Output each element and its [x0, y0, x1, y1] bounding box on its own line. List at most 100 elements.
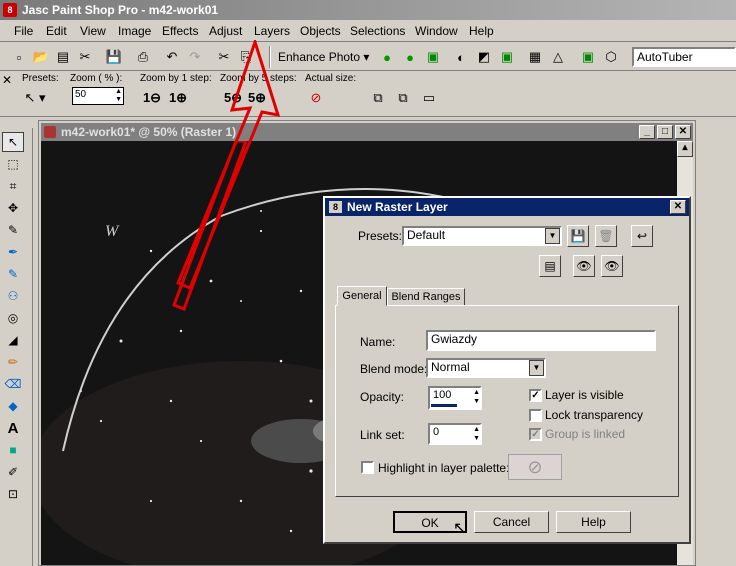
enhance-photo-button[interactable]: Enhance Photo ▾ [278, 50, 369, 64]
fit-window-icon[interactable]: ⧉ [367, 87, 389, 109]
highlight-checkbox[interactable] [361, 461, 374, 474]
triangle-icon[interactable]: △ [547, 46, 569, 68]
preview-icon[interactable]: 👁 [601, 255, 623, 277]
name-field[interactable]: Gwiazdy [426, 330, 656, 351]
scratch-remover-icon[interactable]: ◎ [2, 308, 24, 328]
eraser-icon[interactable]: ⌫ [2, 374, 24, 394]
blend-mode-label: Blend mode: [360, 362, 428, 376]
app-icon: 8 [3, 3, 17, 17]
histogram-icon[interactable]: ▦ [524, 46, 546, 68]
pen-tool-icon[interactable]: ✐ [2, 462, 24, 482]
close-palette-icon[interactable]: ✕ [2, 73, 12, 87]
cube-icon[interactable]: ⬡ [600, 46, 622, 68]
fill-icon[interactable]: ◆ [2, 396, 24, 416]
print-icon[interactable]: ⎙ [132, 46, 154, 68]
dodge-icon[interactable]: ◢ [2, 330, 24, 350]
menu-window[interactable]: Window [413, 23, 460, 39]
paint-brush-icon[interactable]: ✎ [2, 264, 24, 284]
script-select[interactable]: AutoTuber [632, 47, 736, 67]
text-tool-icon[interactable]: A [2, 418, 24, 438]
dialog-title: New Raster Layer [347, 200, 448, 214]
zoom-spinner-icon[interactable]: ▲ ▼ [115, 88, 122, 104]
lock-transparency-checkbox[interactable] [529, 409, 542, 422]
link-set-value: 0 [433, 426, 440, 438]
maximize-button[interactable]: □ [657, 125, 673, 139]
contrast-icon[interactable]: ◩ [473, 46, 495, 68]
full-screen-icon[interactable]: ▭ [418, 87, 440, 109]
object-selector-icon[interactable]: ⊡ [2, 484, 24, 504]
actual-size-label: Actual size: [305, 73, 357, 84]
zoom-label: Zoom ( % ): [70, 73, 123, 84]
zoom-out-icon[interactable]: 1⊖ [141, 87, 163, 109]
blend-dropdown-icon[interactable]: ▼ [529, 360, 544, 376]
zoom-field[interactable]: 50 ▲ ▼ [72, 87, 124, 105]
tab-general[interactable]: General [337, 286, 387, 306]
opacity-spinner-icon[interactable]: ▲ ▼ [473, 388, 480, 406]
presets-select[interactable]: Default ▼ [402, 226, 562, 246]
link-set-spinner-icon[interactable]: ▲ ▼ [473, 425, 480, 443]
presets-label: Presets: [22, 73, 59, 84]
open-file-icon[interactable]: 📂 [30, 46, 52, 68]
crop-tool-icon[interactable]: ⌗ [2, 176, 24, 196]
pan-tool-icon[interactable]: ↖ [2, 132, 24, 152]
minimize-button[interactable]: _ [639, 125, 655, 139]
opacity-field[interactable]: 100 ▲ ▼ [428, 386, 482, 410]
photo-icon[interactable]: ▣ [496, 46, 518, 68]
delete-preset-icon[interactable]: 🗑 [595, 225, 617, 247]
scanner-icon[interactable]: ✂ [74, 46, 96, 68]
palette-icon[interactable]: ▣ [577, 46, 599, 68]
actual-size-icon[interactable]: ⊘ [305, 87, 327, 109]
layer-visible-label: Layer is visible [545, 388, 624, 402]
cancel-button[interactable]: Cancel [474, 511, 549, 533]
proof-icon[interactable]: 👁 [573, 255, 595, 277]
menu-edit[interactable]: Edit [44, 23, 69, 39]
image-icon[interactable]: ▣ [422, 46, 444, 68]
menu-view[interactable]: View [78, 23, 108, 39]
new-file-icon[interactable]: ▫ [8, 46, 30, 68]
layer-properties-icon[interactable]: ▤ [539, 255, 561, 277]
layer-group-icon[interactable]: ● [399, 46, 421, 68]
blend-mode-select[interactable]: Normal ▼ [426, 358, 546, 378]
menu-objects[interactable]: Objects [298, 23, 343, 39]
dialog-close-button[interactable]: ✕ [670, 200, 686, 214]
eyedropper-icon[interactable]: ✒ [2, 242, 24, 262]
preset-arrow-icon[interactable]: ↖ ▾ [24, 87, 46, 109]
document-title-bar: m42-work01* @ 50% (Raster 1) _ □ ✕ [41, 123, 693, 141]
menu-layers[interactable]: Layers [252, 23, 292, 39]
menu-image[interactable]: Image [116, 23, 153, 39]
scroll-up-icon[interactable]: ▴ [677, 141, 693, 157]
selection-tool-icon[interactable]: ⬚ [2, 154, 24, 174]
group-linked-label: Group is linked [545, 427, 626, 441]
mouse-cursor-icon: ↖ [453, 520, 467, 537]
help-button[interactable]: Help [556, 511, 631, 533]
zoom-value: 50 [75, 89, 87, 100]
layer-icon[interactable]: ● [376, 46, 398, 68]
link-set-label: Link set: [360, 428, 405, 442]
menu-effects[interactable]: Effects [160, 23, 200, 39]
presets-dropdown-icon[interactable]: ▼ [545, 228, 560, 244]
close-button[interactable]: ✕ [675, 125, 691, 139]
shape-tool-icon[interactable]: ■ [2, 440, 24, 460]
move-tool-icon[interactable]: ✥ [2, 198, 24, 218]
menu-selections[interactable]: Selections [348, 23, 407, 39]
dropper-tool-icon[interactable]: ✎ [2, 220, 24, 240]
save-preset-icon[interactable]: 💾 [567, 225, 589, 247]
browse-icon[interactable]: ▤ [52, 46, 74, 68]
name-label: Name: [360, 335, 396, 349]
mask-icon[interactable]: ◐ [450, 46, 472, 68]
menu-help[interactable]: Help [467, 23, 496, 39]
layer-visible-checkbox[interactable]: ✓ [529, 389, 542, 402]
fit-image-icon[interactable]: ⧉ [392, 87, 414, 109]
menu-file[interactable]: File [12, 23, 35, 39]
link-set-field[interactable]: 0 ▲ ▼ [428, 423, 482, 445]
retouch-icon[interactable]: ✏ [2, 352, 24, 372]
reset-icon[interactable]: ↩ [631, 225, 653, 247]
tools-palette: ↖ ⬚ ⌗ ✥ ✎ ✒ ✎ ⚇ ◎ ◢ ✏ ⌫ ◆ A ■ ✐ ⊡ [0, 128, 33, 566]
group-linked-checkbox[interactable]: ✓ [529, 428, 542, 441]
clone-brush-icon[interactable]: ⚇ [2, 286, 24, 306]
menu-adjust[interactable]: Adjust [207, 23, 244, 39]
save-icon[interactable]: 💾 [103, 46, 125, 68]
tab-blend-ranges[interactable]: Blend Ranges [387, 288, 465, 306]
opacity-level-bar [431, 404, 457, 407]
highlight-color-swatch[interactable]: ⊘ [508, 454, 562, 480]
